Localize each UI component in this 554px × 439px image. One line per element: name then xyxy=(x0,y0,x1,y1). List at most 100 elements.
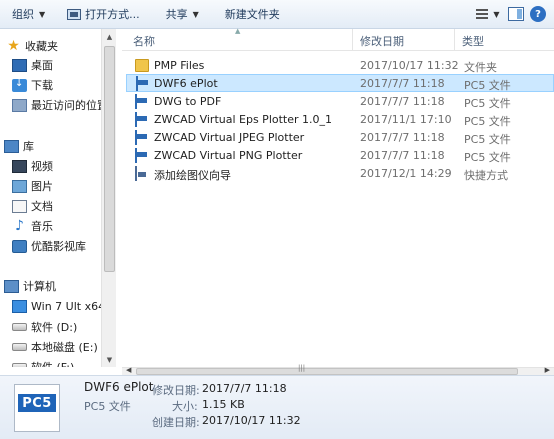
chevron-down-icon: ▼ xyxy=(493,9,500,19)
windows-drive-icon xyxy=(12,299,27,313)
view-list-icon xyxy=(476,9,489,19)
file-date: 2017/10/17 11:32 xyxy=(360,59,459,72)
column-name[interactable]: 名称 xyxy=(133,33,155,49)
open-with-button[interactable]: 打开方式... xyxy=(61,3,146,25)
drive-icon xyxy=(12,343,27,351)
file-row-dwf6-eplot[interactable]: DWF6 ePlot 2017/7/7 11:18 PC5 文件 xyxy=(126,74,554,92)
drive-icon xyxy=(12,363,27,367)
scroll-down-arrow-icon[interactable]: ▼ xyxy=(102,352,116,367)
nav-item-youku-library[interactable]: 优酷影视库 xyxy=(12,236,86,256)
nav-item-label: 本地磁盘 (E:) xyxy=(31,341,98,354)
file-row-zwcad-png-plotter[interactable]: ZWCAD Virtual PNG Plotter 2017/7/7 11:18… xyxy=(126,147,554,165)
pc5-file-icon xyxy=(136,76,138,91)
pc5-file-icon xyxy=(135,130,137,145)
nav-item-label: 图片 xyxy=(31,180,53,193)
organize-label: 组织 xyxy=(12,8,34,21)
scrollbar-thumb[interactable] xyxy=(136,368,518,375)
nav-item-label: 软件 (D:) xyxy=(31,321,78,334)
sort-ascending-icon: ▲ xyxy=(235,27,241,35)
scrollbar-grip-icon: ||| xyxy=(298,364,306,372)
column-type[interactable]: 类型 xyxy=(462,33,484,49)
nav-item-computer[interactable]: 计算机 xyxy=(4,276,56,296)
file-date: 2017/7/7 11:18 xyxy=(360,149,445,162)
file-type: PC5 文件 xyxy=(464,79,511,92)
new-folder-label: 新建文件夹 xyxy=(224,8,280,21)
nav-item-label: 音乐 xyxy=(31,220,53,233)
music-icon: ♪ xyxy=(15,217,24,234)
nav-vertical-scrollbar[interactable]: ▲ ▼ xyxy=(101,29,116,367)
column-divider[interactable] xyxy=(454,29,455,51)
nav-item-recent-places[interactable]: 最近访问的位置 xyxy=(12,95,108,115)
nav-item-drive-c[interactable]: Win 7 Ult x64 xyxy=(12,296,105,316)
file-row-zwcad-eps-plotter[interactable]: ZWCAD Virtual Eps Plotter 1.0_1 2017/11/… xyxy=(126,111,554,129)
scrollbar-thumb[interactable] xyxy=(104,46,115,272)
file-row-add-plotter-wizard[interactable]: 添加绘图仪向导 2017/12/1 14:29 快捷方式 xyxy=(126,165,554,183)
change-view-button[interactable]: ▼ xyxy=(474,4,502,24)
shortcut-wizard-icon xyxy=(135,166,137,181)
details-file-name: DWF6 ePlot xyxy=(84,380,154,394)
pc5-file-icon xyxy=(135,112,137,127)
file-name: DWF6 ePlot xyxy=(154,77,218,90)
nav-item-drive-f[interactable]: 软件 (F:) xyxy=(12,357,74,367)
command-bar: 组织 ▼ 打开方式... 共享 ▼ 新建文件夹 ▼ ? xyxy=(0,0,554,29)
preview-pane-button[interactable] xyxy=(508,7,524,21)
chevron-down-icon: ▼ xyxy=(192,9,199,19)
scroll-up-arrow-icon[interactable]: ▲ xyxy=(102,29,116,44)
file-date: 2017/7/7 11:18 xyxy=(360,131,445,144)
library-icon xyxy=(4,139,19,153)
video-icon xyxy=(12,159,27,173)
pictures-icon xyxy=(12,179,27,193)
nav-item-desktop[interactable]: 桌面 xyxy=(12,55,53,75)
nav-item-favorites[interactable]: ★ 收藏夹 xyxy=(6,36,58,56)
youku-library-icon xyxy=(12,239,27,253)
nav-item-drive-e[interactable]: 本地磁盘 (E:) xyxy=(12,337,98,357)
file-name: PMP Files xyxy=(154,59,205,72)
file-date: 2017/12/1 14:29 xyxy=(360,167,452,180)
star-icon: ★ xyxy=(7,37,20,54)
pc5-icon-label: PC5 xyxy=(18,394,56,412)
view-controls: ▼ ? xyxy=(474,4,546,24)
details-modified-label: 修改日期: xyxy=(152,384,200,397)
file-type: 文件夹 xyxy=(464,61,497,74)
nav-item-music[interactable]: ♪ 音乐 xyxy=(12,216,53,236)
organize-menu[interactable]: 组织 ▼ xyxy=(6,3,51,25)
downloads-icon xyxy=(12,78,27,92)
details-created-value: 2017/10/17 11:32 xyxy=(202,414,301,427)
column-date-modified[interactable]: 修改日期 xyxy=(360,33,404,49)
file-type: PC5 文件 xyxy=(464,97,511,110)
nav-item-label: 视频 xyxy=(31,160,53,173)
file-name: ZWCAD Virtual Eps Plotter 1.0_1 xyxy=(154,113,333,126)
nav-item-drive-d[interactable]: 软件 (D:) xyxy=(12,317,77,337)
new-folder-button[interactable]: 新建文件夹 xyxy=(219,3,286,25)
nav-item-downloads[interactable]: 下载 xyxy=(12,75,53,95)
nav-item-pictures[interactable]: 图片 xyxy=(12,176,53,196)
file-type: PC5 文件 xyxy=(464,133,511,146)
file-type: 快捷方式 xyxy=(464,169,508,182)
file-list-horizontal-scrollbar[interactable]: ◀ ||| ▶ xyxy=(122,364,554,375)
file-name: 添加绘图仪向导 xyxy=(154,169,231,182)
drive-icon xyxy=(12,323,27,331)
scroll-right-arrow-icon[interactable]: ▶ xyxy=(545,366,550,374)
pc5-file-icon xyxy=(135,148,137,163)
file-date: 2017/11/1 17:10 xyxy=(360,113,452,126)
nav-item-documents[interactable]: 文档 xyxy=(12,196,53,216)
column-divider[interactable] xyxy=(352,29,353,51)
file-row-zwcad-jpeg-plotter[interactable]: ZWCAD Virtual JPEG Plotter 2017/7/7 11:1… xyxy=(126,129,554,147)
share-menu[interactable]: 共享 ▼ xyxy=(160,3,205,25)
nav-item-label: 软件 (F:) xyxy=(31,359,74,367)
documents-icon xyxy=(12,199,27,213)
nav-item-libraries[interactable]: 库 xyxy=(4,136,34,156)
nav-item-label: 下载 xyxy=(31,79,53,92)
scroll-left-arrow-icon[interactable]: ◀ xyxy=(126,366,131,374)
details-pane: PC5 DWF6 ePlot 修改日期: 2017/7/7 11:18 PC5 … xyxy=(0,375,554,439)
nav-item-label: 桌面 xyxy=(31,59,53,72)
nav-item-videos[interactable]: 视频 xyxy=(12,156,53,176)
file-name: ZWCAD Virtual PNG Plotter xyxy=(154,149,303,162)
pc5-file-icon xyxy=(135,94,137,109)
help-button[interactable]: ? xyxy=(530,6,546,22)
pc5-file-large-icon: PC5 xyxy=(14,384,60,432)
nav-item-label: 优酷影视库 xyxy=(31,240,86,253)
file-row-pmp-files[interactable]: PMP Files 2017/10/17 11:32 文件夹 xyxy=(126,57,554,75)
file-row-dwg-to-pdf[interactable]: DWG to PDF 2017/7/7 11:18 PC5 文件 xyxy=(126,93,554,111)
file-date: 2017/7/7 11:18 xyxy=(360,77,445,90)
